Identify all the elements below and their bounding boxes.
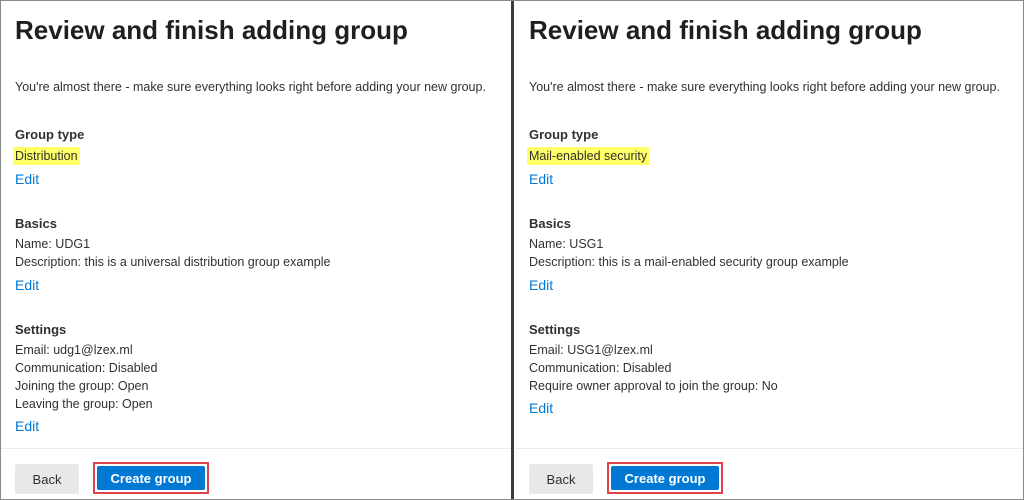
settings-heading: Settings [529,322,581,337]
edit-basics-link[interactable]: Edit [529,277,553,293]
edit-settings-link[interactable]: Edit [15,418,39,434]
footer-divider [1,448,511,449]
screenshot-frame: Review and finish adding group You're al… [0,0,1024,500]
intro-text: You're almost there - make sure everythi… [529,80,1000,94]
group-type-value: Mail-enabled security [527,147,650,165]
group-type-value-highlight: Mail-enabled security [527,147,650,165]
basics-name: Name: UDG1 [15,237,91,251]
basics-heading: Basics [529,216,571,231]
review-panel-mail-enabled-security: Review and finish adding group You're al… [515,1,1023,499]
back-button[interactable]: Back [529,464,593,494]
back-button[interactable]: Back [15,464,79,494]
settings-heading: Settings [15,322,67,337]
settings-leaving: Leaving the group: Open [15,397,153,411]
footer-divider [515,448,1023,449]
basics-description: Description: this is a mail-enabled secu… [529,255,849,269]
settings-communication: Communication: Disabled [15,361,158,375]
basics-description: Description: this is a universal distrib… [15,255,331,269]
intro-text: You're almost there - make sure everythi… [15,80,486,94]
group-type-heading: Group type [15,127,85,142]
settings-owner-approval: Require owner approval to join the group… [529,379,778,393]
basics-heading: Basics [15,216,57,231]
edit-group-type-link[interactable]: Edit [529,171,553,187]
group-type-value: Distribution [13,147,80,165]
settings-email: Email: USG1@lzex.ml [529,343,653,357]
page-title: Review and finish adding group [15,15,408,45]
create-group-callout: Create group [93,462,209,494]
review-panel-distribution: Review and finish adding group You're al… [1,1,511,499]
edit-basics-link[interactable]: Edit [15,277,39,293]
basics-name: Name: USG1 [529,237,604,251]
panel-divider [511,1,514,499]
group-type-value-highlight: Distribution [13,147,80,165]
group-type-heading: Group type [529,127,599,142]
create-group-button[interactable]: Create group [97,466,205,490]
create-group-button[interactable]: Create group [611,466,719,490]
edit-settings-link[interactable]: Edit [529,400,553,416]
settings-communication: Communication: Disabled [529,361,672,375]
settings-joining: Joining the group: Open [15,379,149,393]
settings-email: Email: udg1@lzex.ml [15,343,133,357]
edit-group-type-link[interactable]: Edit [15,171,39,187]
page-title: Review and finish adding group [529,15,922,45]
create-group-callout: Create group [607,462,723,494]
